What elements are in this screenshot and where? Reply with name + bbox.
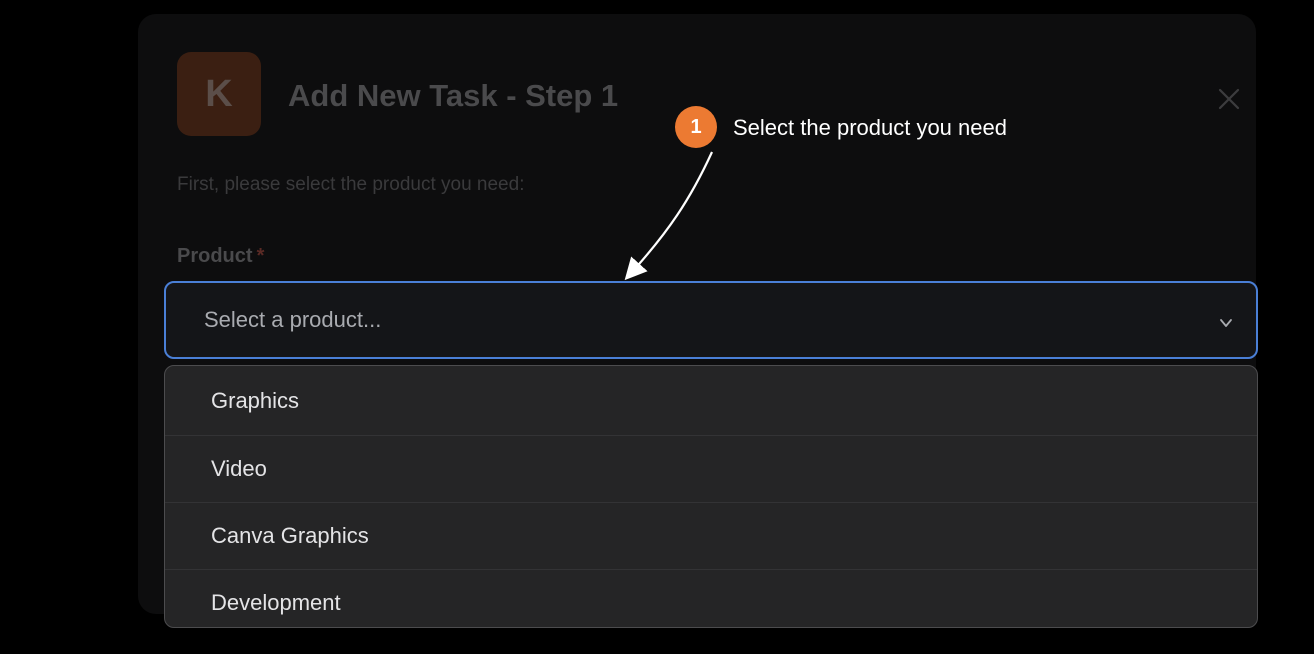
- close-icon: [1218, 88, 1240, 110]
- product-dropdown-list: Graphics Video Canva Graphics Developmen…: [164, 365, 1258, 628]
- required-indicator: *: [256, 245, 265, 267]
- chevron-down-icon: [1220, 319, 1232, 327]
- screen: K Add New Task - Step 1 First, please se…: [0, 0, 1314, 654]
- product-option-canva-graphics[interactable]: Canva Graphics: [165, 503, 1257, 570]
- product-option-video[interactable]: Video: [165, 436, 1257, 503]
- product-field-label: Product *: [177, 245, 264, 268]
- product-label-text: Product: [177, 245, 253, 267]
- product-select[interactable]: Select a product...: [164, 281, 1258, 359]
- modal-subtitle: First, please select the product you nee…: [177, 174, 525, 195]
- logo-letter: K: [205, 72, 233, 115]
- company-logo: K: [177, 52, 261, 136]
- step-number-badge: 1: [675, 106, 717, 148]
- callout-text: Select the product you need: [733, 115, 1007, 140]
- modal-title: Add New Task - Step 1: [288, 78, 619, 113]
- product-option-development[interactable]: Development: [165, 570, 1257, 627]
- product-select-placeholder: Select a product...: [204, 307, 382, 332]
- product-option-graphics[interactable]: Graphics: [165, 366, 1257, 436]
- close-button[interactable]: [1212, 82, 1246, 116]
